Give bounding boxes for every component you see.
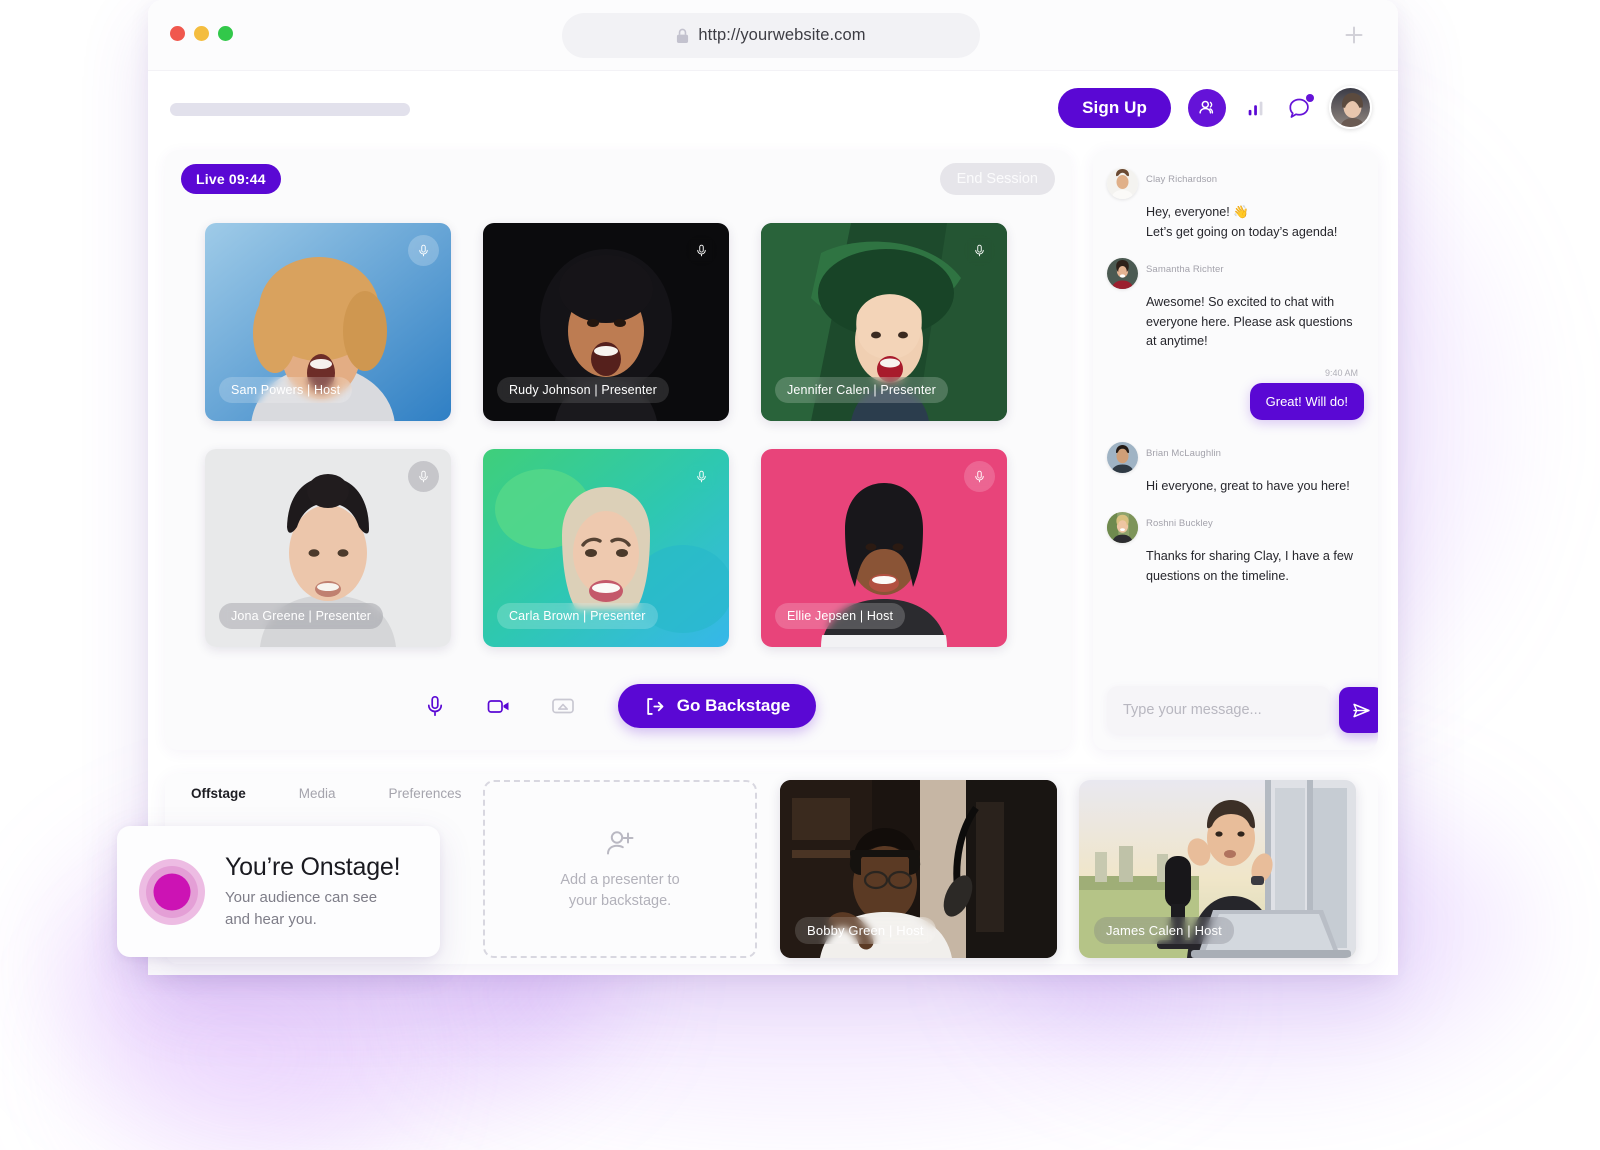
notification-dot — [1306, 93, 1314, 102]
onstage-subtitle-line2: and hear you. — [225, 910, 317, 928]
onstage-text-block: You’re Onstage! Your audience can see an… — [225, 852, 401, 931]
chat-composer — [1093, 670, 1378, 750]
avatar — [1107, 512, 1138, 544]
live-timer-badge: Live 09:44 — [181, 164, 281, 194]
participant-name-label: Jona Greene | Presenter — [219, 603, 384, 629]
people-icon[interactable] — [1188, 88, 1226, 127]
participant-tile[interactable]: Carla Brown | Presenter — [483, 449, 729, 647]
chat-message-list[interactable]: Clay Richardson Hey, everyone! 👋 Let’s g… — [1093, 150, 1378, 670]
participant-name-label: Sam Powers | Host — [219, 377, 353, 403]
pulse-indicator-icon — [139, 858, 205, 925]
participant-tile[interactable]: Jennifer Calen | Presenter — [761, 223, 1007, 421]
browser-chrome-bar: http://yourwebsite.com — [148, 0, 1398, 71]
chat-message-header: Roshni Buckley — [1107, 512, 1364, 544]
chat-bubble-icon[interactable] — [1286, 93, 1314, 121]
stage-panel: Live 09:44 End Session Sam Powers | Host… — [165, 150, 1071, 750]
mic-status-icon[interactable] — [964, 235, 995, 266]
chat-message-own: 9:40 AM Great! Will do! — [1107, 368, 1364, 420]
chat-message-header: Clay Richardson — [1107, 168, 1364, 199]
participant-tile[interactable]: Ellie Jepsen | Host — [761, 449, 1007, 647]
close-window-button[interactable] — [170, 26, 185, 41]
tab-preferences[interactable]: Preferences — [389, 786, 462, 801]
participant-tile[interactable]: Sam Powers | Host — [205, 223, 451, 421]
minimize-window-button[interactable] — [194, 26, 209, 41]
bar-chart-icon[interactable] — [1243, 95, 1269, 121]
tab-media[interactable]: Media — [299, 786, 336, 801]
backstage-tile[interactable]: James Calen | Host — [1079, 780, 1356, 958]
screenshot-root: http://yourwebsite.com Sign Up Live 09:4… — [0, 0, 1600, 1150]
onstage-subtitle: Your audience can see and hear you. — [225, 887, 400, 931]
onstage-title: You’re Onstage! — [225, 852, 401, 881]
send-message-button[interactable] — [1339, 687, 1378, 733]
participant-tile[interactable]: Jona Greene | Presenter — [205, 449, 451, 647]
new-tab-icon[interactable] — [1341, 22, 1367, 48]
chat-text: Hey, everyone! 👋 Let’s get going on toda… — [1146, 205, 1338, 239]
avatar — [1107, 168, 1138, 199]
chat-message: Clay Richardson Hey, everyone! 👋 Let’s g… — [1107, 168, 1364, 242]
chat-text: Hi everyone, great to have you here! — [1146, 478, 1350, 493]
avatar[interactable] — [1329, 86, 1372, 129]
chat-text: Thanks for sharing Clay, I have a few qu… — [1146, 549, 1353, 583]
add-presenter-text: Add a presenter to your backstage. — [560, 870, 679, 911]
send-icon — [1353, 703, 1370, 717]
chat-text: Awesome! So excited to chat with everyon… — [1146, 295, 1353, 349]
tab-offstage[interactable]: Offstage — [191, 786, 246, 801]
participant-name-label: James Calen | Host — [1094, 917, 1234, 944]
address-bar[interactable]: http://yourwebsite.com — [562, 13, 980, 58]
lock-icon — [677, 28, 689, 43]
chat-author: Roshni Buckley — [1146, 518, 1213, 530]
chat-panel: Clay Richardson Hey, everyone! 👋 Let’s g… — [1093, 150, 1378, 750]
avatar — [1107, 441, 1138, 473]
add-person-icon — [607, 831, 634, 855]
participant-tile[interactable]: Rudy Johnson | Presenter — [483, 223, 729, 421]
header-actions: Sign Up — [1058, 86, 1372, 129]
chat-author: Clay Richardson — [1146, 174, 1218, 185]
chat-author: Samantha Richter — [1146, 264, 1224, 276]
chat-message: Roshni Buckley Thanks for sharing Clay, … — [1107, 512, 1364, 586]
site-header: Sign Up — [148, 71, 1398, 150]
chat-text: Great! Will do! — [1249, 382, 1364, 420]
add-presenter-line1: Add a presenter to — [560, 871, 680, 888]
chat-author: Brian McLaughlin — [1146, 447, 1222, 459]
exit-arrow-icon — [647, 697, 664, 715]
maximize-window-button[interactable] — [218, 26, 233, 41]
stage-controls: Go Backstage — [165, 684, 1071, 728]
stage-toolbar: Live 09:44 End Session — [165, 150, 1071, 205]
url-text: http://yourwebsite.com — [698, 26, 866, 44]
mic-status-icon[interactable] — [408, 235, 439, 266]
sign-up-button[interactable]: Sign Up — [1058, 87, 1171, 128]
add-presenter-dropzone[interactable]: Add a presenter to your backstage. — [483, 780, 757, 958]
chat-message: Samantha Richter Awesome! So excited to … — [1107, 258, 1364, 352]
participant-name-label: Carla Brown | Presenter — [497, 603, 658, 629]
avatar — [1107, 258, 1138, 290]
mic-status-icon[interactable] — [686, 235, 717, 266]
participant-name-label: Jennifer Calen | Presenter — [775, 377, 948, 403]
participant-grid: Sam Powers | Host Rudy Johnson | Present… — [165, 205, 1071, 647]
go-backstage-label: Go Backstage — [676, 696, 791, 715]
video-camera-icon[interactable] — [484, 691, 514, 721]
traffic-lights — [170, 26, 233, 41]
chat-message-input[interactable] — [1107, 686, 1331, 734]
backstage-tile[interactable]: Bobby Green | Host — [780, 780, 1057, 958]
logo-placeholder — [170, 103, 410, 116]
participant-name-label: Rudy Johnson | Presenter — [497, 377, 669, 403]
chat-message: Brian McLaughlin Hi everyone, great to h… — [1107, 441, 1364, 497]
chat-message-header: Samantha Richter — [1107, 258, 1364, 290]
backstage-tabs: Offstage Media Preferences — [191, 786, 461, 801]
onstage-subtitle-line1: Your audience can see — [225, 888, 378, 906]
mic-status-icon[interactable] — [964, 461, 995, 492]
onstage-status-card: You’re Onstage! Your audience can see an… — [117, 826, 440, 957]
screen-share-icon[interactable] — [548, 691, 578, 721]
go-backstage-button[interactable]: Go Backstage — [617, 684, 817, 728]
mic-status-icon[interactable] — [686, 461, 717, 492]
microphone-icon[interactable] — [420, 691, 450, 721]
add-presenter-line2: your backstage. — [568, 892, 672, 909]
chat-message-header: Brian McLaughlin — [1107, 441, 1364, 473]
mic-status-icon[interactable] — [408, 461, 439, 492]
participant-name-label: Bobby Green | Host — [795, 917, 936, 944]
participant-name-label: Ellie Jepsen | Host — [775, 603, 906, 629]
end-session-button[interactable]: End Session — [939, 163, 1055, 195]
chat-timestamp: 9:40 AM — [1324, 367, 1358, 378]
